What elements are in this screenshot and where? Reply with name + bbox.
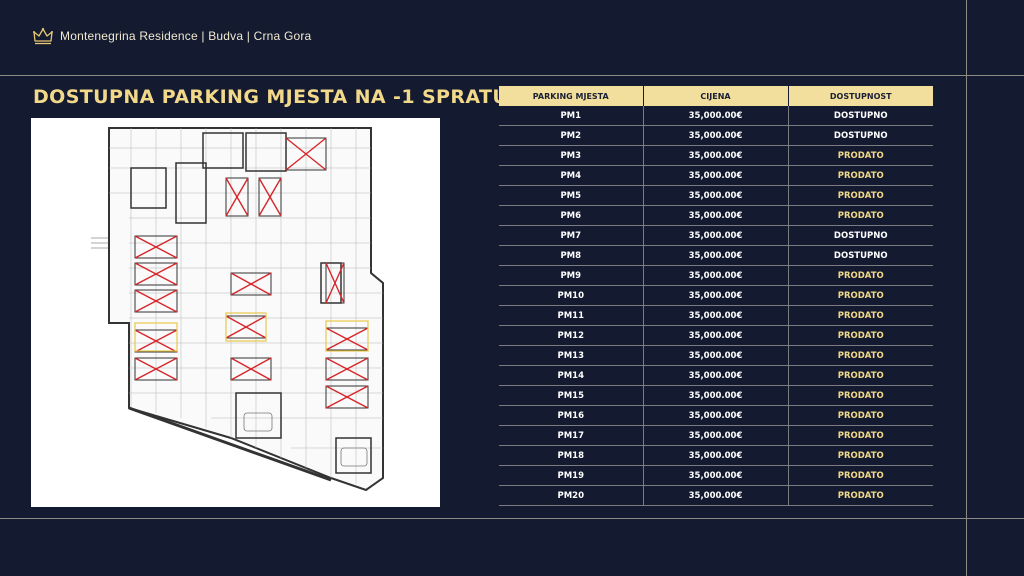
availability-cell: PRODATO [788, 405, 933, 426]
parking-spot-cell: PM3 [499, 145, 644, 166]
parking-spot-cell: PM14 [499, 365, 644, 386]
parking-spot-cell: PM19 [499, 465, 644, 486]
parking-spot-cell: PM8 [499, 245, 644, 266]
parking-spot-cell: PM20 [499, 485, 644, 506]
availability-cell: DOSTUPNO [788, 125, 933, 146]
price-cell: 35,000.00€ [643, 425, 789, 446]
table-row: PM17 35,000.00€ PRODATO [499, 425, 933, 446]
parking-spot-cell: PM15 [499, 385, 644, 406]
table-row: PM10 35,000.00€ PRODATO [499, 285, 933, 306]
availability-cell: PRODATO [788, 285, 933, 306]
availability-cell: PRODATO [788, 265, 933, 286]
parking-spot-cell: PM5 [499, 185, 644, 206]
top-divider [0, 75, 1024, 76]
price-cell: 35,000.00€ [643, 165, 789, 186]
table-row: PM8 35,000.00€ DOSTUPNO [499, 245, 933, 266]
parking-spot-cell: PM7 [499, 225, 644, 246]
price-cell: 35,000.00€ [643, 106, 789, 126]
availability-cell: PRODATO [788, 145, 933, 166]
page-title: DOSTUPNA PARKING MJESTA NA -1 SPRATU [33, 86, 509, 108]
table-row: PM1 35,000.00€ DOSTUPNO [499, 106, 933, 126]
table-row: PM4 35,000.00€ PRODATO [499, 165, 933, 186]
header-parking: PARKING MJESTA [499, 86, 644, 106]
crown-icon [33, 27, 53, 45]
brand: Montenegrina Residence | Budva | Crna Go… [33, 27, 311, 45]
availability-cell: PRODATO [788, 365, 933, 386]
parking-spot-cell: PM6 [499, 205, 644, 226]
table-row: PM6 35,000.00€ PRODATO [499, 205, 933, 226]
availability-cell: DOSTUPNO [788, 245, 933, 266]
parking-spot-cell: PM16 [499, 405, 644, 426]
header-price: CIJENA [643, 86, 789, 106]
availability-cell: PRODATO [788, 205, 933, 226]
availability-cell: PRODATO [788, 185, 933, 206]
availability-cell: PRODATO [788, 385, 933, 406]
price-cell: 35,000.00€ [643, 405, 789, 426]
price-cell: 35,000.00€ [643, 245, 789, 266]
availability-cell: DOSTUPNO [788, 225, 933, 246]
price-cell: 35,000.00€ [643, 325, 789, 346]
table-row: PM20 35,000.00€ PRODATO [499, 485, 933, 506]
price-cell: 35,000.00€ [643, 385, 789, 406]
table-row: PM14 35,000.00€ PRODATO [499, 365, 933, 386]
header-availability: DOSTUPNOST [788, 86, 933, 106]
parking-spot-cell: PM1 [499, 106, 644, 126]
table-row: PM19 35,000.00€ PRODATO [499, 465, 933, 486]
availability-cell: PRODATO [788, 345, 933, 366]
floor-plan-image [31, 118, 440, 507]
price-cell: 35,000.00€ [643, 225, 789, 246]
table-row: PM12 35,000.00€ PRODATO [499, 325, 933, 346]
availability-cell: PRODATO [788, 425, 933, 446]
price-cell: 35,000.00€ [643, 305, 789, 326]
table-row: PM2 35,000.00€ DOSTUPNO [499, 125, 933, 146]
availability-cell: PRODATO [788, 445, 933, 466]
price-cell: 35,000.00€ [643, 185, 789, 206]
right-divider [966, 0, 967, 576]
floor-plan-drawing [91, 127, 384, 492]
availability-cell: PRODATO [788, 465, 933, 486]
price-cell: 35,000.00€ [643, 265, 789, 286]
price-cell: 35,000.00€ [643, 345, 789, 366]
parking-spot-cell: PM12 [499, 325, 644, 346]
table-row: PM13 35,000.00€ PRODATO [499, 345, 933, 366]
table-row: PM9 35,000.00€ PRODATO [499, 265, 933, 286]
price-cell: 35,000.00€ [643, 445, 789, 466]
parking-table: PARKING MJESTA CIJENA DOSTUPNOST PM1 35,0… [499, 86, 933, 506]
parking-spot-cell: PM13 [499, 345, 644, 366]
table-row: PM18 35,000.00€ PRODATO [499, 445, 933, 466]
parking-spot-cell: PM9 [499, 265, 644, 286]
table-header-row: PARKING MJESTA CIJENA DOSTUPNOST [499, 86, 933, 106]
table-row: PM5 35,000.00€ PRODATO [499, 185, 933, 206]
availability-cell: PRODATO [788, 485, 933, 506]
table-row: PM3 35,000.00€ PRODATO [499, 145, 933, 166]
parking-spot-cell: PM11 [499, 305, 644, 326]
table-row: PM11 35,000.00€ PRODATO [499, 305, 933, 326]
price-cell: 35,000.00€ [643, 465, 789, 486]
availability-cell: PRODATO [788, 165, 933, 186]
parking-spot-cell: PM2 [499, 125, 644, 146]
parking-spot-cell: PM18 [499, 445, 644, 466]
table-row: PM7 35,000.00€ DOSTUPNO [499, 225, 933, 246]
table-row: PM16 35,000.00€ PRODATO [499, 405, 933, 426]
price-cell: 35,000.00€ [643, 205, 789, 226]
table-row: PM15 35,000.00€ PRODATO [499, 385, 933, 406]
parking-spot-cell: PM10 [499, 285, 644, 306]
availability-cell: DOSTUPNO [788, 106, 933, 126]
price-cell: 35,000.00€ [643, 285, 789, 306]
brand-name: Montenegrina Residence | Budva | Crna Go… [60, 29, 312, 43]
price-cell: 35,000.00€ [643, 365, 789, 386]
parking-spot-cell: PM4 [499, 165, 644, 186]
availability-cell: PRODATO [788, 305, 933, 326]
availability-cell: PRODATO [788, 325, 933, 346]
price-cell: 35,000.00€ [643, 485, 789, 506]
parking-spot-cell: PM17 [499, 425, 644, 446]
price-cell: 35,000.00€ [643, 145, 789, 166]
price-cell: 35,000.00€ [643, 125, 789, 146]
bottom-divider [0, 518, 1024, 519]
